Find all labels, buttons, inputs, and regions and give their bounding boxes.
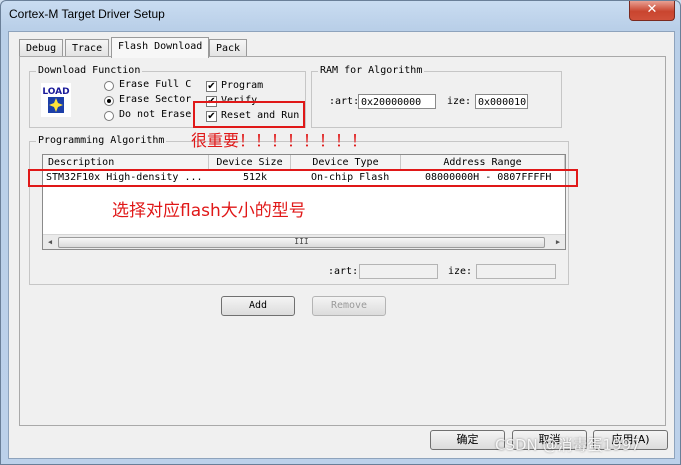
tab-trace[interactable]: Trace (65, 39, 110, 57)
ram-for-algorithm-group: RAM for Algorithm :art: 0x20000000 ize: … (311, 65, 562, 128)
program-checkbox[interactable]: ✔ (206, 81, 217, 92)
do-not-erase-label: Do not Erase (119, 109, 192, 120)
ram-start-label: :art: (329, 96, 360, 107)
ram-size-label: ize: (447, 96, 472, 107)
add-button[interactable]: Add (221, 296, 295, 316)
load-icon: LOAD (41, 83, 71, 117)
tab-debug[interactable]: Debug (19, 39, 64, 57)
column-device-type[interactable]: Device Type (291, 155, 401, 170)
algorithm-size-field[interactable] (476, 264, 556, 279)
close-button[interactable]: ✕ (629, 1, 675, 21)
select-model-annotation: 选择对应flash大小的型号 (112, 201, 306, 221)
erase-full-chip-label: Erase Full C (119, 79, 192, 90)
algorithm-start-label: :art: (328, 266, 359, 277)
column-address-range[interactable]: Address Range (401, 155, 565, 170)
erase-sectors-radio[interactable] (104, 96, 114, 106)
important-annotation: 很重要！！！！！！！！ (191, 131, 368, 150)
scroll-thumb[interactable]: III (58, 237, 545, 248)
column-device-size[interactable]: Device Size (209, 155, 291, 170)
download-function-title: Download Function (36, 65, 143, 76)
scroll-left-icon[interactable]: ◀ (43, 235, 57, 249)
ram-size-field[interactable]: 0x000010 (475, 94, 528, 109)
reset-and-run-highlight (193, 101, 305, 128)
close-icon: ✕ (646, 2, 658, 17)
flash-download-panel: Download Function LOAD Erase Full C Eras… (19, 56, 666, 426)
title-bar[interactable]: Cortex-M Target Driver Setup ✕ (1, 1, 680, 31)
dialog-window: Cortex-M Target Driver Setup ✕ Debug Tra… (0, 0, 681, 465)
program-label: Program (221, 80, 264, 91)
algorithm-size-label: ize: (448, 266, 473, 277)
ram-for-algorithm-title: RAM for Algorithm (318, 65, 425, 76)
ram-start-field[interactable]: 0x20000000 (358, 94, 436, 109)
algorithm-row-highlight (28, 169, 578, 187)
tab-pack[interactable]: Pack (209, 39, 248, 57)
erase-sectors-label: Erase Sector (119, 94, 192, 105)
remove-button[interactable]: Remove (312, 296, 386, 316)
algorithm-start-field[interactable] (359, 264, 438, 279)
dialog-client-area: Debug Trace Flash Download Pack Download… (8, 31, 675, 459)
horizontal-scrollbar[interactable]: ◀ III ▶ (43, 234, 565, 249)
erase-full-chip-radio[interactable] (104, 81, 114, 91)
load-icon-text: LOAD (42, 87, 69, 97)
ok-button[interactable]: 确定 (430, 430, 505, 450)
window-title: Cortex-M Target Driver Setup (9, 7, 165, 21)
programming-algorithm-title: Programming Algorithm (36, 135, 167, 146)
do-not-erase-radio[interactable] (104, 111, 114, 121)
column-description[interactable]: Description (43, 155, 209, 170)
tab-flash-download[interactable]: Flash Download (111, 37, 210, 58)
csdn-watermark: CSDN @消毒蛋1997 (495, 436, 641, 454)
scroll-grip: III (294, 237, 309, 246)
scroll-right-icon[interactable]: ▶ (551, 235, 565, 249)
